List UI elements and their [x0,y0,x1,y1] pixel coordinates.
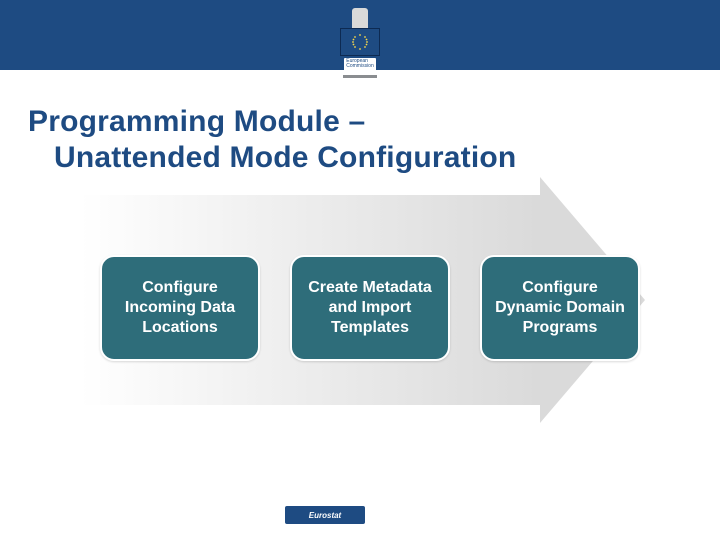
step-create-templates: Create Metadata and Import Templates [290,255,450,361]
logo-pillar-icon [352,8,368,30]
step-label: Configure Incoming Data Locations [112,278,248,338]
slide-title: Programming Module – Unattended Mode Con… [28,104,700,176]
logo-text-line2: Commission [346,63,374,69]
step-label: Create Metadata and Import Templates [302,278,438,338]
step-configure-locations: Configure Incoming Data Locations [100,255,260,361]
title-line1: Programming Module – [28,105,365,138]
steps-row: Configure Incoming Data Locations Create… [100,255,640,361]
footer-text: Eurostat [309,511,341,520]
eu-flag-icon [340,28,380,56]
step-label: Configure Dynamic Domain Programs [492,278,628,338]
title-line2: Unattended Mode Configuration [28,140,700,176]
step-configure-programs: Configure Dynamic Domain Programs [480,255,640,361]
logo-underline [343,75,377,78]
slide: European Commission Programming Module –… [0,0,720,540]
logo-text: European Commission [344,58,376,71]
ec-logo: European Commission [317,8,403,92]
footer-label: Eurostat [285,506,365,524]
